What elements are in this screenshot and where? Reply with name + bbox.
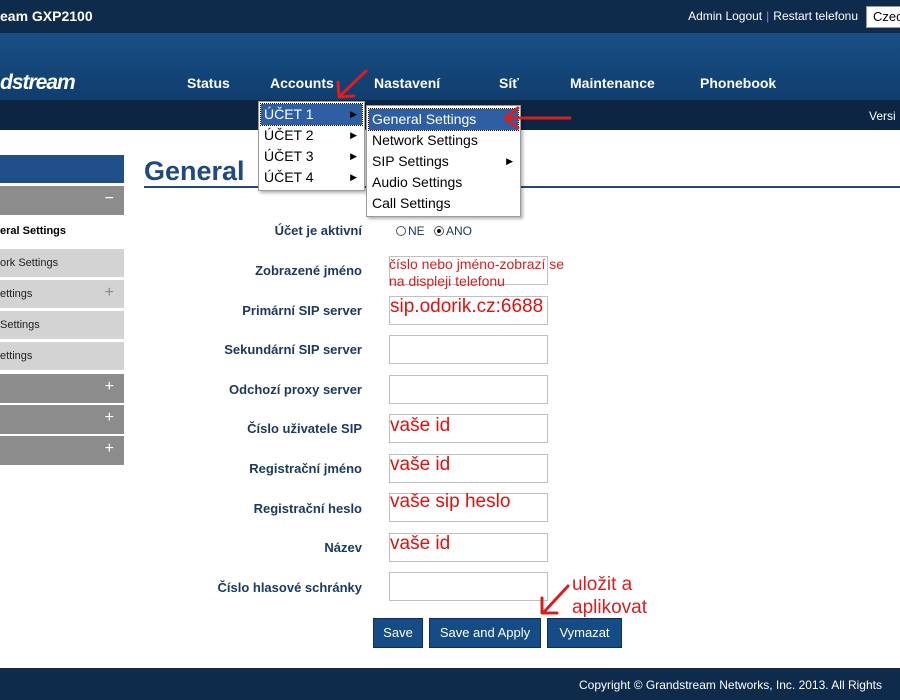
- primary-sip-value: sip.odorik.cz:6688: [390, 296, 544, 317]
- submenu-arrow-icon: ▶: [350, 151, 357, 161]
- sidebar-group-accounts[interactable]: −: [0, 186, 124, 215]
- top-links: Admin Logout | Restart telefonu: [688, 9, 858, 23]
- nav-phonebook[interactable]: Phonebook: [700, 75, 776, 91]
- menu-item-account-2[interactable]: ÚČET 2 ▶: [261, 125, 362, 146]
- sidebar-item-call-settings[interactable]: ettings: [0, 342, 124, 371]
- nav-maintenance[interactable]: Maintenance: [570, 75, 655, 91]
- nav-network[interactable]: Síť: [499, 75, 519, 91]
- top-bar: eam GXP2100 Admin Logout | Restart telefon…: [0, 0, 900, 33]
- model-name: eam GXP2100: [0, 8, 93, 24]
- nav-settings[interactable]: Nastavení: [374, 75, 440, 91]
- outbound-proxy-label: Odchozí proxy server: [229, 382, 362, 397]
- submenu-arrow-icon: ▶: [350, 109, 357, 119]
- radio-no[interactable]: [396, 226, 406, 236]
- account-active-label: Účet je aktivní: [274, 223, 362, 238]
- auth-name-label: Registrační jméno: [249, 461, 362, 476]
- sidebar-item-label: eral Settings: [0, 225, 67, 237]
- admin-logout-link[interactable]: Admin Logout: [688, 9, 762, 23]
- submenu-arrow-icon: ▶: [506, 156, 513, 166]
- radio-no-label: NE: [408, 224, 425, 238]
- annotation-line-2: aplikovat: [572, 597, 647, 618]
- sidebar-item-general-settings[interactable]: eral Settings: [0, 217, 124, 246]
- version-label: Versi: [869, 109, 896, 123]
- submenu-item-network-settings[interactable]: Network Settings: [369, 130, 518, 151]
- sidebar-item-sip-settings[interactable]: ettings +: [0, 280, 124, 309]
- submenu-item-label: Call Settings: [372, 195, 451, 211]
- menu-item-label: ÚČET 1: [264, 106, 314, 122]
- display-name-label: Zobrazené jméno: [255, 263, 362, 278]
- submenu-arrow-icon: ▶: [350, 130, 357, 140]
- submenu-arrow-icon: ▶: [350, 172, 357, 182]
- submenu-item-label: General Settings: [372, 111, 477, 127]
- sidebar-item-label: ettings: [0, 350, 33, 362]
- primary-sip-label: Primární SIP server: [242, 303, 362, 318]
- account-active-radios: NE ANO: [396, 224, 472, 238]
- submenu-item-audio-settings[interactable]: Audio Settings: [369, 172, 518, 193]
- voicemail-field[interactable]: [389, 572, 548, 601]
- accounts-dropdown: ÚČET 1 ▶ ÚČET 2 ▶ ÚČET 3 ▶ ÚČET 4 ▶: [258, 101, 365, 191]
- restart-phone-link[interactable]: Restart telefonu: [773, 9, 858, 23]
- voicemail-label: Číslo hlasové schránky: [217, 580, 362, 595]
- submenu-item-call-settings[interactable]: Call Settings: [369, 193, 518, 214]
- submenu-item-sip-settings[interactable]: SIP Settings ▶: [369, 151, 518, 172]
- clear-button[interactable]: Vymazat: [547, 618, 622, 648]
- name-label: Název: [324, 540, 362, 555]
- collapse-icon[interactable]: −: [105, 190, 114, 208]
- save-apply-annotation: uložit a aplikovat: [572, 573, 647, 619]
- menu-item-label: ÚČET 3: [264, 148, 314, 164]
- save-button[interactable]: Save: [373, 618, 423, 648]
- nav-status[interactable]: Status: [187, 75, 230, 91]
- menu-item-account-1[interactable]: ÚČET 1 ▶: [260, 103, 363, 126]
- nav-accounts[interactable]: Accounts: [270, 75, 334, 91]
- auth-name-value: vaše id: [390, 454, 451, 475]
- auth-password-label: Registrační heslo: [253, 501, 362, 516]
- menu-item-label: ÚČET 2: [264, 127, 314, 143]
- secondary-sip-field[interactable]: [389, 335, 548, 364]
- submenu-item-general-settings[interactable]: General Settings: [368, 108, 519, 131]
- expand-icon[interactable]: +: [105, 409, 114, 427]
- footer: Copyright © Grandstream Networks, Inc. 2…: [0, 668, 900, 700]
- display-name-note-line-2: na displeji telefonu: [389, 273, 505, 289]
- submenu-item-label: SIP Settings: [372, 153, 449, 169]
- page-title: General: [144, 156, 245, 186]
- sidebar-group-2[interactable]: +: [0, 374, 124, 403]
- display-name-note-line-1: číslo nebo jméno-zobrazí se: [389, 256, 565, 272]
- sidebar-group-3[interactable]: +: [0, 405, 124, 434]
- sidebar-item-network-settings[interactable]: ork Settings: [0, 249, 124, 278]
- menu-item-account-4[interactable]: ÚČET 4 ▶: [261, 167, 362, 188]
- annotation-line-1: uložit a: [572, 574, 633, 595]
- sidebar-item-label: ettings: [0, 288, 33, 300]
- radio-yes[interactable]: [434, 226, 445, 236]
- secondary-sip-label: Sekundární SIP server: [224, 342, 362, 357]
- auth-password-value: vaše sip heslo: [390, 491, 511, 512]
- save-and-apply-button[interactable]: Save and Apply: [429, 618, 541, 648]
- expand-icon[interactable]: +: [105, 440, 114, 458]
- sidebar-header: [0, 155, 124, 183]
- expand-icon[interactable]: +: [105, 284, 114, 302]
- sip-user-label: Číslo uživatele SIP: [247, 421, 362, 436]
- menu-item-account-3[interactable]: ÚČET 3 ▶: [261, 146, 362, 167]
- sip-user-value: vaše id: [390, 415, 451, 436]
- outbound-proxy-field[interactable]: [389, 375, 548, 404]
- name-value: vaše id: [390, 533, 451, 554]
- brand-logo: dstream: [0, 71, 76, 94]
- header: dstream Status Accounts Nastavení Síť Ma…: [0, 33, 900, 100]
- account-submenu: General Settings Network Settings SIP Se…: [366, 105, 521, 217]
- sidebar-item-audio-settings[interactable]: Settings: [0, 311, 124, 340]
- expand-icon[interactable]: +: [105, 378, 114, 396]
- radio-yes-label: ANO: [446, 224, 473, 238]
- copyright-text: Copyright © Grandstream Networks, Inc. 2…: [579, 678, 882, 692]
- menu-item-label: ÚČET 4: [264, 169, 314, 185]
- link-separator: |: [766, 9, 770, 23]
- submenu-item-label: Network Settings: [372, 132, 478, 148]
- language-select[interactable]: Czec: [866, 6, 900, 28]
- sidebar-group-4[interactable]: +: [0, 436, 124, 465]
- sidebar-item-label: Settings: [0, 319, 40, 331]
- sidebar-item-label: ork Settings: [0, 257, 59, 269]
- submenu-item-label: Audio Settings: [372, 174, 463, 190]
